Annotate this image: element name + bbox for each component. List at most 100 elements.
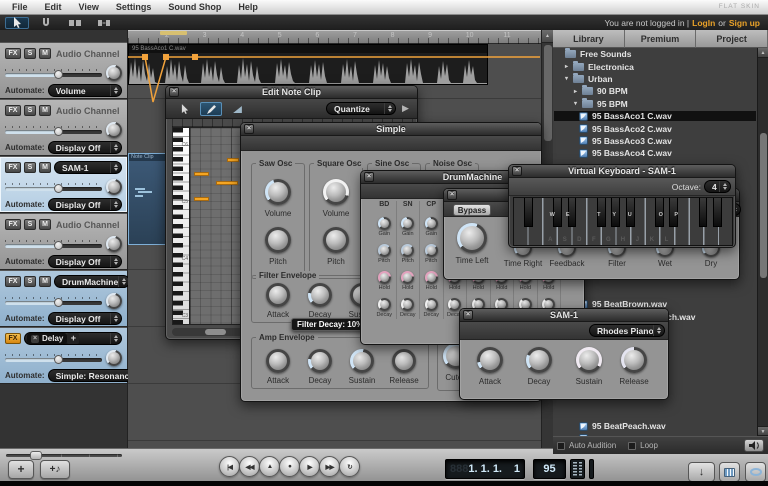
square-pitch-knob[interactable] xyxy=(323,227,349,253)
piano-roll-keys[interactable]: C6 C5 C4 C3 xyxy=(172,127,190,325)
tree-arrow-icon[interactable]: ▾ xyxy=(574,100,582,107)
mute-button[interactable]: M xyxy=(39,276,51,287)
drum-decay-knob[interactable] xyxy=(425,298,438,311)
black-key[interactable] xyxy=(524,198,533,227)
tempo-display[interactable]: 95 xyxy=(533,459,566,479)
midi-note[interactable] xyxy=(216,181,238,185)
menu-item[interactable]: Help xyxy=(238,2,258,12)
signup-link[interactable]: Sign up xyxy=(729,18,760,28)
transport-button[interactable]: ↻ xyxy=(339,456,360,477)
bypass-button[interactable]: Bypass xyxy=(453,204,491,216)
solo-button[interactable]: S xyxy=(24,105,36,116)
channel-strip[interactable]: FX S M SAM-1 SAM-1 ×SAM-1 + xyxy=(0,156,127,213)
tree-item[interactable]: 95 BassAco3 C.wav xyxy=(553,135,757,147)
filter-attack-knob[interactable] xyxy=(266,283,290,307)
sam1-decay-knob[interactable] xyxy=(526,347,552,373)
tree-item[interactable]: ▸ Electronica xyxy=(553,60,757,72)
select-tool-button[interactable] xyxy=(5,17,29,29)
volume-slider[interactable] xyxy=(5,297,102,305)
loop-region-marker[interactable] xyxy=(160,31,187,35)
pan-knob[interactable] xyxy=(106,65,122,81)
fx-chain-dropdown[interactable]: ×Delay + xyxy=(24,332,122,345)
slider-handle[interactable] xyxy=(54,241,63,250)
pan-knob[interactable] xyxy=(106,122,122,138)
audio-clip[interactable]: 95 BassAco1 C.wav xyxy=(128,44,488,85)
scroll-up-icon[interactable]: ▲ xyxy=(758,48,768,58)
menu-item[interactable]: Edit xyxy=(45,2,62,12)
volume-slider[interactable] xyxy=(5,354,102,362)
volume-slider[interactable] xyxy=(5,69,102,77)
drum-gain-knob[interactable] xyxy=(401,217,414,230)
amp-sustain-knob[interactable] xyxy=(350,349,374,373)
filter-decay-knob[interactable] xyxy=(308,283,332,307)
browser-tab[interactable]: Project xyxy=(696,30,768,48)
channel-name-dropdown[interactable]: DrumMachine xyxy=(54,275,130,288)
pan-knob[interactable] xyxy=(106,236,122,252)
tree-arrow-icon[interactable]: ▾ xyxy=(565,75,573,82)
split-clip-tool-button[interactable] xyxy=(63,17,87,29)
solo-button[interactable]: S xyxy=(24,276,36,287)
tree-arrow-icon[interactable]: ▸ xyxy=(565,63,573,70)
mute-button[interactable]: M xyxy=(39,105,51,116)
channel-strip[interactable]: FX S M Audio Channel 4 Audio Channel 4 ×… xyxy=(0,99,127,156)
fx-chip[interactable]: ×Delay xyxy=(27,333,67,344)
add-channel-button[interactable]: + xyxy=(8,460,34,479)
add-fx-button[interactable]: + xyxy=(67,333,79,344)
black-key[interactable] xyxy=(713,198,722,227)
download-button[interactable]: ↓ xyxy=(688,462,715,482)
drum-pitch-knob[interactable] xyxy=(378,244,391,257)
loop-browser-button[interactable] xyxy=(745,462,766,482)
fx-button[interactable]: FX xyxy=(5,219,21,230)
close-icon[interactable]: × xyxy=(512,166,522,176)
preview-volume-button[interactable] xyxy=(744,439,764,452)
automate-dropdown[interactable]: Display Off xyxy=(48,312,122,325)
window-title-bar[interactable]: × SAM-1 xyxy=(460,309,668,322)
tree-item[interactable]: 95 BeatPeach.wav xyxy=(553,420,757,432)
join-clip-tool-button[interactable] xyxy=(92,17,116,29)
scrollbar-thumb[interactable] xyxy=(205,329,226,335)
automate-dropdown[interactable]: Display Off xyxy=(48,141,122,154)
quantize-dropdown[interactable]: Quantize xyxy=(326,102,396,115)
add-instrument-channel-button[interactable]: +♪ xyxy=(40,460,70,479)
channel-strip[interactable]: FX S M DrumMachine DrumMachine ×DrumMach… xyxy=(0,270,127,327)
tree-item[interactable]: ▾ 95 BPM xyxy=(553,98,757,110)
drum-decay-knob[interactable] xyxy=(401,298,414,311)
mute-button[interactable]: M xyxy=(39,162,51,173)
note-select-tool[interactable] xyxy=(174,102,196,116)
window-title-bar[interactable]: × Edit Note Clip xyxy=(166,86,417,99)
sam1-attack-knob[interactable] xyxy=(477,347,503,373)
preview-play-button[interactable]: ▶ xyxy=(402,103,409,114)
slider-handle[interactable] xyxy=(30,451,42,460)
scrollbar-thumb[interactable] xyxy=(544,45,552,141)
close-icon[interactable]: × xyxy=(463,310,473,320)
solo-button[interactable]: S xyxy=(24,219,36,230)
transport-button[interactable]: ▲ xyxy=(259,456,280,477)
close-icon[interactable]: × xyxy=(447,190,457,200)
tree-item[interactable]: Free Sounds xyxy=(553,48,757,60)
scroll-down-icon[interactable]: ▼ xyxy=(758,426,768,436)
tree-item[interactable]: 95 BassAco2 C.wav xyxy=(553,122,757,134)
volume-slider[interactable] xyxy=(5,183,102,191)
magnet-tool-button[interactable] xyxy=(34,17,58,29)
tree-arrow-icon[interactable]: ▸ xyxy=(574,88,582,95)
tree-item[interactable]: 95 BassAco1 C.wav xyxy=(553,110,757,122)
drum-gain-knob[interactable] xyxy=(378,217,391,230)
scroll-up-icon[interactable]: ▲ xyxy=(542,30,553,43)
drum-hold-knob[interactable] xyxy=(401,271,414,284)
transport-button[interactable]: ◀◀ xyxy=(239,456,260,477)
menu-item[interactable]: Sound Shop xyxy=(168,2,221,12)
saw-pitch-knob[interactable] xyxy=(265,227,291,253)
volume-slider[interactable] xyxy=(5,240,102,248)
tree-item[interactable]: ▸ 90 BPM xyxy=(553,85,757,97)
pencil-tool[interactable] xyxy=(200,102,222,116)
fx-button[interactable]: FX xyxy=(5,162,21,173)
slider-handle[interactable] xyxy=(54,70,63,79)
solo-button[interactable]: S xyxy=(24,162,36,173)
sam1-release-knob[interactable] xyxy=(621,347,647,373)
piano-keyboard[interactable]: WETYUOP ASDFGHJKL xyxy=(513,197,733,246)
transport-button[interactable]: ▶▶ xyxy=(319,456,340,477)
close-icon[interactable]: × xyxy=(244,124,254,134)
pan-knob[interactable] xyxy=(106,293,122,309)
close-icon[interactable]: × xyxy=(364,172,374,182)
pan-knob[interactable] xyxy=(106,350,122,366)
